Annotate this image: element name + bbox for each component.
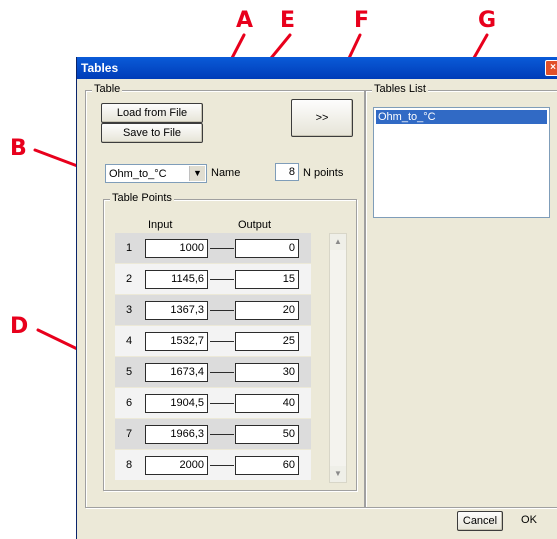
input-header: Input — [148, 219, 173, 231]
n-points-label: N points — [303, 167, 344, 179]
name-label: Name — [211, 167, 241, 179]
chevron-down-icon[interactable]: ▼ — [189, 166, 205, 181]
row-index: 4 — [125, 335, 133, 347]
output-field[interactable]: 60 — [235, 456, 299, 475]
title-bar: Tables × — [77, 57, 557, 79]
input-field[interactable]: 1145,6 — [145, 270, 208, 289]
input-field[interactable]: 2000 — [145, 456, 208, 475]
callout-a: A — [236, 8, 254, 33]
window-title: Tables — [81, 61, 119, 75]
input-field[interactable]: 1904,5 — [145, 394, 208, 413]
n-points-input[interactable]: 8 — [275, 163, 299, 181]
input-field[interactable]: 1532,7 — [145, 332, 208, 351]
tables-dialog: Tables × Table Load from File Save to Fi… — [76, 57, 557, 539]
connector-line — [210, 403, 234, 404]
output-field[interactable]: 50 — [235, 425, 299, 444]
callout-e: E — [280, 8, 296, 33]
table-row: 8 2000 60 — [115, 450, 311, 480]
output-field[interactable]: 30 — [235, 363, 299, 382]
connector-line — [210, 465, 234, 466]
row-index: 3 — [125, 304, 133, 316]
table-row: 2 1145,6 15 — [115, 264, 311, 294]
load-from-file-button[interactable]: Load from File — [101, 103, 203, 123]
output-field[interactable]: 40 — [235, 394, 299, 413]
save-to-file-button[interactable]: Save to File — [101, 123, 203, 143]
table-row: 7 1966,3 50 — [115, 419, 311, 449]
row-index: 2 — [125, 273, 133, 285]
input-field[interactable]: 1966,3 — [145, 425, 208, 444]
callout-b: B — [10, 136, 27, 161]
row-index: 7 — [125, 428, 133, 440]
close-icon[interactable]: × — [545, 60, 557, 76]
ok-button[interactable]: OK — [509, 511, 549, 529]
callout-g: G — [478, 8, 497, 33]
connector-line — [210, 341, 234, 342]
connector-line — [210, 310, 234, 311]
output-field[interactable]: 0 — [235, 239, 299, 258]
table-select[interactable]: Ohm_to_°C ▼ — [105, 164, 207, 183]
table-row: 4 1532,7 25 — [115, 326, 311, 356]
tables-listbox[interactable]: Ohm_to_°C — [373, 107, 550, 218]
row-index: 5 — [125, 366, 133, 378]
row-index: 1 — [125, 242, 133, 254]
table-row: 1 1000 0 — [115, 233, 311, 263]
table-select-value: Ohm_to_°C — [109, 168, 167, 180]
output-header: Output — [238, 219, 272, 231]
table-row: 5 1673,4 30 — [115, 357, 311, 387]
input-field[interactable]: 1000 — [145, 239, 208, 258]
callout-f: F — [354, 8, 370, 33]
connector-line — [210, 279, 234, 280]
output-field[interactable]: 25 — [235, 332, 299, 351]
list-item[interactable]: Ohm_to_°C — [376, 110, 547, 124]
callout-d: D — [10, 314, 29, 339]
connector-line — [210, 434, 234, 435]
input-field[interactable]: 1367,3 — [145, 301, 208, 320]
scroll-down-icon[interactable]: ▼ — [330, 466, 346, 482]
transfer-to-list-button[interactable]: >> — [291, 99, 353, 137]
table-row: 6 1904,5 40 — [115, 388, 311, 418]
connector-line — [210, 372, 234, 373]
row-index: 6 — [125, 397, 133, 409]
input-field[interactable]: 1673,4 — [145, 363, 208, 382]
tables-list-label: Tables List — [372, 83, 428, 95]
output-field[interactable]: 15 — [235, 270, 299, 289]
table-row: 3 1367,3 20 — [115, 295, 311, 325]
table-points-label: Table Points — [110, 192, 174, 204]
output-field[interactable]: 20 — [235, 301, 299, 320]
row-index: 8 — [125, 459, 133, 471]
cancel-button[interactable]: Cancel — [457, 511, 503, 531]
scroll-up-icon[interactable]: ▲ — [330, 234, 346, 250]
connector-line — [210, 248, 234, 249]
table-group-label: Table — [92, 83, 123, 95]
points-scrollbar[interactable]: ▲ ▼ — [329, 233, 347, 483]
